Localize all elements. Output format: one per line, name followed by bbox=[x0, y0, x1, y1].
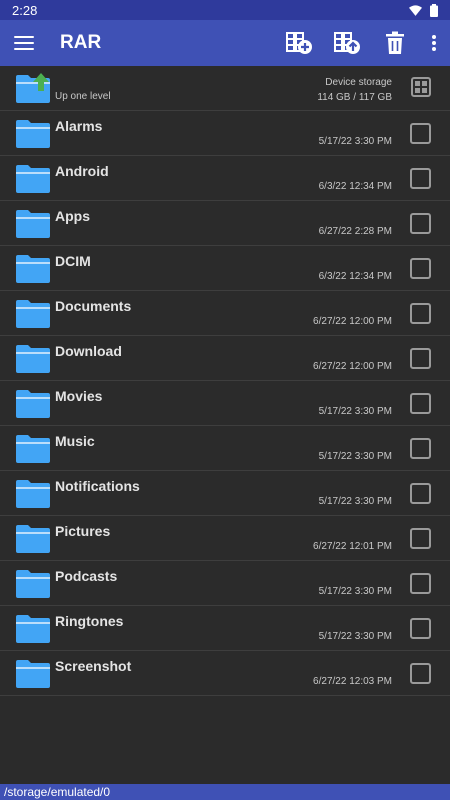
app-title: RAR bbox=[60, 32, 102, 53]
folder-date: 6/27/22 12:00 PM bbox=[313, 316, 392, 327]
select-checkbox[interactable] bbox=[410, 573, 431, 594]
folder-icon bbox=[16, 165, 50, 193]
more-vert-icon bbox=[432, 35, 436, 51]
folder-icon bbox=[16, 345, 50, 373]
select-checkbox[interactable] bbox=[410, 483, 431, 504]
folder-icon bbox=[16, 390, 50, 418]
up-one-level-row[interactable]: Up one level Device storage 114 GB / 117… bbox=[0, 66, 450, 111]
folder-icon bbox=[16, 525, 50, 553]
select-checkbox[interactable] bbox=[410, 303, 431, 324]
up-one-level-label: Up one level bbox=[55, 91, 111, 102]
select-checkbox[interactable] bbox=[410, 258, 431, 279]
current-path-bar: /storage/emulated/0 bbox=[0, 784, 450, 800]
select-checkbox[interactable] bbox=[410, 618, 431, 639]
trash-icon bbox=[386, 31, 404, 54]
status-bar: 2:28 bbox=[0, 0, 450, 20]
folder-row[interactable]: Ringtones 5/17/22 3:30 PM bbox=[0, 606, 450, 651]
folder-name: Android bbox=[55, 163, 109, 179]
folder-date: 5/17/22 3:30 PM bbox=[318, 451, 392, 462]
more-options-button[interactable] bbox=[426, 26, 442, 60]
app-bar: RAR bbox=[0, 20, 450, 66]
wifi-icon bbox=[409, 4, 422, 16]
folder-name: Podcasts bbox=[55, 568, 118, 584]
folder-name: Download bbox=[55, 343, 122, 359]
folder-date: 6/27/22 12:01 PM bbox=[313, 541, 392, 552]
folder-date: 6/27/22 12:00 PM bbox=[313, 361, 392, 372]
select-checkbox[interactable] bbox=[410, 123, 431, 144]
folder-name: Notifications bbox=[55, 478, 140, 494]
menu-button[interactable] bbox=[14, 33, 34, 53]
folder-date: 5/17/22 3:30 PM bbox=[318, 631, 392, 642]
folder-name: DCIM bbox=[55, 253, 91, 269]
extract-button[interactable] bbox=[330, 26, 364, 60]
select-checkbox[interactable] bbox=[410, 438, 431, 459]
folder-row[interactable]: Alarms 5/17/22 3:30 PM bbox=[0, 111, 450, 156]
folder-date: 5/17/22 3:30 PM bbox=[318, 586, 392, 597]
folder-row[interactable]: Android 6/3/22 12:34 PM bbox=[0, 156, 450, 201]
folder-name: Movies bbox=[55, 388, 103, 404]
select-checkbox[interactable] bbox=[410, 663, 431, 684]
folder-row[interactable]: Download 6/27/22 12:00 PM bbox=[0, 336, 450, 381]
folder-date: 6/3/22 12:34 PM bbox=[318, 271, 392, 282]
status-time: 2:28 bbox=[12, 2, 38, 18]
folder-icon bbox=[16, 615, 50, 643]
folder-date: 6/27/22 2:28 PM bbox=[318, 226, 392, 237]
file-list: Up one level Device storage 114 GB / 117… bbox=[0, 66, 450, 696]
add-to-archive-button[interactable] bbox=[282, 26, 316, 60]
folder-name: Documents bbox=[55, 298, 132, 314]
folder-row[interactable]: Pictures 6/27/22 12:01 PM bbox=[0, 516, 450, 561]
folder-date: 5/17/22 3:30 PM bbox=[318, 496, 392, 507]
folder-date: 6/27/22 12:03 PM bbox=[313, 676, 392, 687]
folder-name: Alarms bbox=[55, 118, 103, 134]
folder-icon bbox=[16, 300, 50, 328]
folder-row[interactable]: Screenshot 6/27/22 12:03 PM bbox=[0, 651, 450, 696]
select-checkbox[interactable] bbox=[410, 168, 431, 189]
select-all-button[interactable] bbox=[411, 77, 431, 97]
folder-icon bbox=[16, 435, 50, 463]
folder-row[interactable]: DCIM 6/3/22 12:34 PM bbox=[0, 246, 450, 291]
folder-icon bbox=[16, 660, 50, 688]
grid-icon bbox=[415, 81, 420, 86]
folder-icon bbox=[16, 480, 50, 508]
battery-icon bbox=[430, 3, 438, 17]
archive-extract-icon bbox=[334, 32, 360, 54]
storage-size: 114 GB / 117 GB bbox=[317, 92, 392, 103]
folder-icon bbox=[16, 570, 50, 598]
select-checkbox[interactable] bbox=[410, 528, 431, 549]
folder-up-icon bbox=[16, 73, 50, 103]
folder-name: Pictures bbox=[55, 523, 111, 539]
status-icons bbox=[409, 3, 438, 17]
archive-add-icon bbox=[286, 32, 312, 54]
folder-row[interactable]: Music 5/17/22 3:30 PM bbox=[0, 426, 450, 471]
folder-name: Apps bbox=[55, 208, 90, 224]
folder-icon bbox=[16, 120, 50, 148]
folder-icon bbox=[16, 255, 50, 283]
current-path: /storage/emulated/0 bbox=[4, 785, 111, 799]
select-checkbox[interactable] bbox=[410, 213, 431, 234]
folder-row[interactable]: Podcasts 5/17/22 3:30 PM bbox=[0, 561, 450, 606]
menu-icon bbox=[14, 36, 34, 38]
folder-name: Music bbox=[55, 433, 95, 449]
toolbar bbox=[282, 26, 442, 60]
folder-name: Screenshot bbox=[55, 658, 132, 674]
folder-row[interactable]: Notifications 5/17/22 3:30 PM bbox=[0, 471, 450, 516]
folder-name: Ringtones bbox=[55, 613, 124, 629]
select-checkbox[interactable] bbox=[410, 348, 431, 369]
folder-row[interactable]: Movies 5/17/22 3:30 PM bbox=[0, 381, 450, 426]
storage-label: Device storage bbox=[325, 77, 392, 88]
folder-icon bbox=[16, 210, 50, 238]
delete-button[interactable] bbox=[378, 26, 412, 60]
folder-date: 5/17/22 3:30 PM bbox=[318, 406, 392, 417]
folder-date: 5/17/22 3:30 PM bbox=[318, 136, 392, 147]
folder-date: 6/3/22 12:34 PM bbox=[318, 181, 392, 192]
folder-row[interactable]: Apps 6/27/22 2:28 PM bbox=[0, 201, 450, 246]
select-checkbox[interactable] bbox=[410, 393, 431, 414]
folder-row[interactable]: Documents 6/27/22 12:00 PM bbox=[0, 291, 450, 336]
